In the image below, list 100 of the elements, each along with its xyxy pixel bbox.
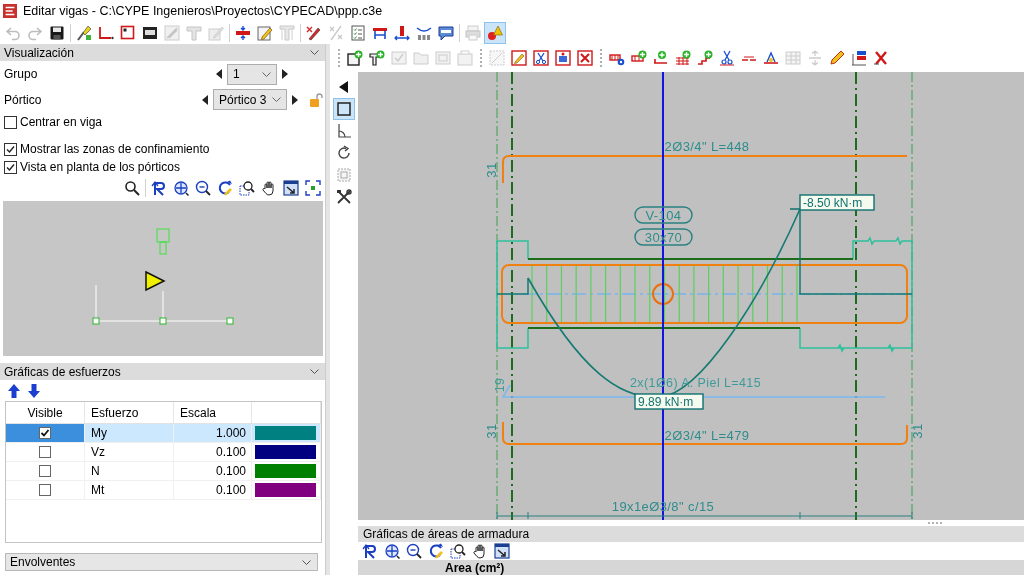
zoom-previous-icon[interactable] (362, 543, 378, 559)
checkbox-label[interactable]: Centrar en viga (20, 115, 103, 129)
panel-header[interactable]: Envolventes (5, 553, 318, 571)
checkbox-label[interactable]: Mostrar las zonas de confinamiento (20, 142, 210, 156)
panel-header[interactable]: Visualización (0, 44, 325, 61)
table-cell: Vz (85, 443, 174, 461)
table-cell: 1.000 (174, 424, 252, 442)
checklist-icon[interactable] (350, 24, 366, 41)
pencil-icon[interactable] (829, 50, 845, 66)
pan-hand-icon[interactable] (261, 180, 277, 196)
crossed-tools-icon[interactable] (336, 189, 352, 205)
pencil-box-icon[interactable] (511, 50, 527, 66)
delete-box-icon[interactable] (577, 50, 593, 66)
table-row[interactable]: My 1.000 (6, 424, 321, 443)
arrow-left-icon[interactable] (202, 94, 208, 105)
panel-header[interactable]: Gráficas de áreas de armadura (358, 526, 1024, 542)
corner-line-icon[interactable] (98, 24, 114, 41)
chevron-down-icon[interactable] (272, 97, 281, 102)
chevron-down-icon[interactable] (262, 71, 271, 77)
curve-bars-icon[interactable] (416, 24, 432, 41)
arrow-down-icon[interactable] (28, 383, 40, 398)
stirrup-line (649, 265, 651, 323)
rotate-icon[interactable] (336, 145, 352, 161)
delete-icon[interactable] (873, 50, 889, 66)
column-header[interactable]: Area (cm²) (445, 560, 505, 575)
checkbox[interactable] (39, 446, 51, 458)
zoom-out-icon[interactable] (406, 543, 422, 559)
checkbox-label[interactable]: Vista en planta de los pórticos (20, 160, 180, 174)
color-swatch[interactable] (255, 445, 316, 459)
table-row[interactable]: Mt 0.100 (6, 481, 321, 500)
warning-icon[interactable] (484, 21, 506, 44)
stirrup-line (619, 265, 621, 323)
chevron-down-icon[interactable] (310, 369, 319, 374)
steps-add-icon[interactable] (697, 50, 713, 66)
line-add-icon[interactable] (653, 50, 669, 66)
checkbox[interactable] (4, 160, 17, 174)
rotate-view-icon[interactable] (217, 180, 233, 196)
app-icon (3, 3, 17, 18)
square-frame-icon[interactable] (120, 24, 136, 41)
table-cell: Mt (85, 481, 174, 499)
pencil-icon[interactable] (257, 24, 273, 41)
window-icon[interactable] (142, 24, 158, 41)
color-swatch[interactable] (255, 464, 316, 478)
square-icon[interactable] (333, 98, 355, 120)
color-swatch[interactable] (255, 483, 316, 497)
chevron-down-icon[interactable] (310, 50, 319, 55)
angle-icon[interactable] (336, 123, 352, 139)
pen-icon[interactable] (306, 24, 322, 41)
speech-bubble-icon[interactable] (438, 24, 454, 41)
color-swatch[interactable] (255, 426, 316, 440)
arrow-right-icon[interactable] (282, 69, 288, 79)
arrow-left-icon[interactable] (216, 69, 222, 79)
line-marker-icon[interactable] (763, 50, 779, 66)
checkbox[interactable] (4, 142, 17, 156)
rebar-label: 2Ø3/4" L=448 (664, 139, 750, 154)
save-icon[interactable] (49, 24, 65, 41)
column-header[interactable]: Escala (174, 402, 252, 423)
stirrup-line (590, 265, 592, 323)
rebar-label: 2Ø3/4" L=479 (664, 428, 750, 443)
zoom-window-icon[interactable] (450, 543, 466, 559)
pan-hand-icon[interactable] (472, 543, 488, 559)
rotate-view-icon[interactable] (428, 543, 444, 559)
arrow-right-icon[interactable] (292, 94, 298, 105)
search-icon[interactable] (124, 180, 140, 196)
picture-box-icon[interactable] (555, 50, 571, 66)
stack-icon[interactable] (851, 50, 867, 66)
checkbox[interactable] (4, 115, 17, 129)
stirrup-line (663, 265, 666, 323)
beam-arrows-icon[interactable] (235, 24, 251, 41)
dropdown[interactable]: Pórtico 3 (213, 89, 287, 110)
scissors-box-icon[interactable] (533, 50, 549, 66)
hook-length-label: 31 (910, 423, 925, 439)
padlock-icon[interactable] (309, 92, 323, 107)
zoom-out-icon[interactable] (195, 180, 211, 196)
checkbox[interactable] (39, 427, 51, 439)
brush-icon[interactable] (76, 24, 92, 41)
arrow-up-icon[interactable] (8, 383, 20, 398)
column-header[interactable]: Esfuerzo (85, 402, 174, 423)
node-marker (159, 317, 167, 325)
dropdown[interactable]: 1 (227, 63, 277, 85)
zoom-extents-icon[interactable] (173, 180, 189, 196)
zoom-extents-icon[interactable] (384, 543, 400, 559)
checkbox[interactable] (39, 465, 51, 477)
zoom-window-icon[interactable] (239, 180, 255, 196)
scissors-icon[interactable] (719, 50, 735, 66)
table-cell: N (85, 462, 174, 480)
column-header[interactable]: Visible (6, 402, 85, 423)
column-arrows-icon[interactable] (394, 24, 410, 41)
direction-marker-icon (145, 270, 166, 292)
table-row[interactable]: Vz 0.100 (6, 443, 321, 462)
zoom-previous-icon[interactable] (151, 180, 167, 196)
table-row[interactable]: N 0.100 (6, 462, 321, 481)
fit-corners-icon[interactable] (305, 180, 321, 196)
panel-header[interactable]: Gráficas de esfuerzos (0, 363, 325, 380)
dotted-square-icon[interactable] (336, 167, 352, 183)
add-column-icon[interactable] (369, 50, 385, 66)
chevron-down-icon[interactable] (302, 559, 311, 565)
checkbox[interactable] (39, 484, 51, 496)
add-box-icon[interactable] (347, 50, 363, 66)
grid-add-icon[interactable] (675, 50, 691, 66)
